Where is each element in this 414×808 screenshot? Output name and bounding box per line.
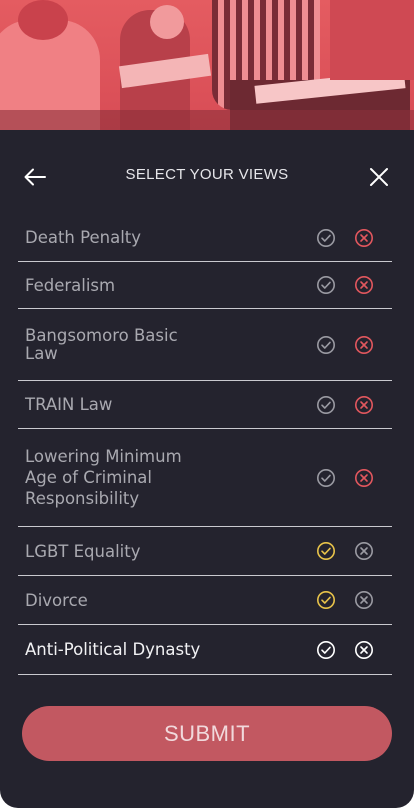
topic-label: Federalism bbox=[25, 275, 116, 295]
submit-button[interactable]: SUBMIT bbox=[22, 706, 392, 761]
check-circle-icon[interactable] bbox=[316, 590, 336, 610]
check-circle-icon[interactable] bbox=[316, 275, 336, 295]
select-views-screen: SELECT YOUR VIEWS Death Penalty Federali… bbox=[0, 0, 414, 808]
check-circle-icon[interactable] bbox=[316, 228, 336, 248]
check-circle-icon[interactable] bbox=[316, 541, 336, 561]
check-circle-icon[interactable] bbox=[316, 640, 336, 660]
topic-label: Anti-Political Dynasty bbox=[25, 640, 201, 659]
list-item: TRAIN Law bbox=[18, 381, 392, 429]
list-item: Anti-Political Dynasty bbox=[18, 625, 392, 675]
topic-label: Death Penalty bbox=[25, 228, 142, 247]
x-circle-icon[interactable] bbox=[354, 541, 374, 561]
list-item: LGBT Equality bbox=[18, 527, 392, 576]
list-item: Bangsomoro Basic Law bbox=[18, 309, 392, 381]
x-circle-icon[interactable] bbox=[354, 335, 374, 355]
page-title: SELECT YOUR VIEWS bbox=[125, 166, 289, 183]
list-item: Lowering Minimum Age of Criminal Respons… bbox=[18, 429, 392, 527]
list-item: Death Penalty bbox=[18, 214, 392, 262]
x-circle-icon[interactable] bbox=[354, 275, 374, 295]
x-circle-icon[interactable] bbox=[354, 590, 374, 610]
close-icon bbox=[370, 168, 388, 186]
check-circle-icon[interactable] bbox=[316, 468, 336, 488]
list-item: Divorce bbox=[18, 576, 392, 625]
x-circle-icon[interactable] bbox=[354, 395, 374, 415]
check-circle-icon[interactable] bbox=[316, 395, 336, 415]
topic-label: TRAIN Law bbox=[25, 395, 113, 414]
topic-label: LGBT Equality bbox=[25, 541, 141, 561]
x-circle-icon[interactable] bbox=[354, 468, 374, 488]
topic-label: Lowering Minimum Age of Criminal Respons… bbox=[25, 447, 182, 508]
hero-image bbox=[0, 0, 414, 130]
close-button[interactable] bbox=[364, 162, 394, 192]
topic-label: Bangsomoro Basic Law bbox=[25, 325, 178, 363]
topic-label: Divorce bbox=[25, 590, 88, 610]
x-circle-icon[interactable] bbox=[354, 228, 374, 248]
list-item: Federalism bbox=[18, 262, 392, 309]
x-circle-icon[interactable] bbox=[354, 640, 374, 660]
check-circle-icon[interactable] bbox=[316, 335, 336, 355]
topic-list: Death Penalty Federalism Bangsomoro Basi… bbox=[18, 214, 392, 675]
header: SELECT YOUR VIEWS bbox=[0, 130, 414, 222]
